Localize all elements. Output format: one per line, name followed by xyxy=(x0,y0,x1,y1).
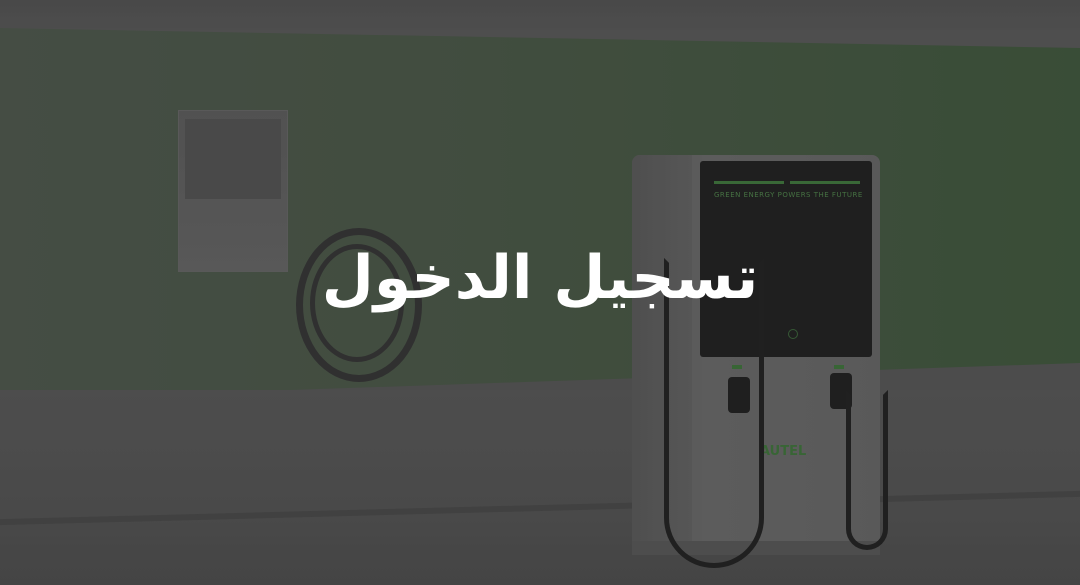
hero-banner: GREEN ENERGY POWERS THE FUTURE AUTEL تسج… xyxy=(0,0,1080,585)
page-title: تسجيل الدخول xyxy=(321,243,759,313)
